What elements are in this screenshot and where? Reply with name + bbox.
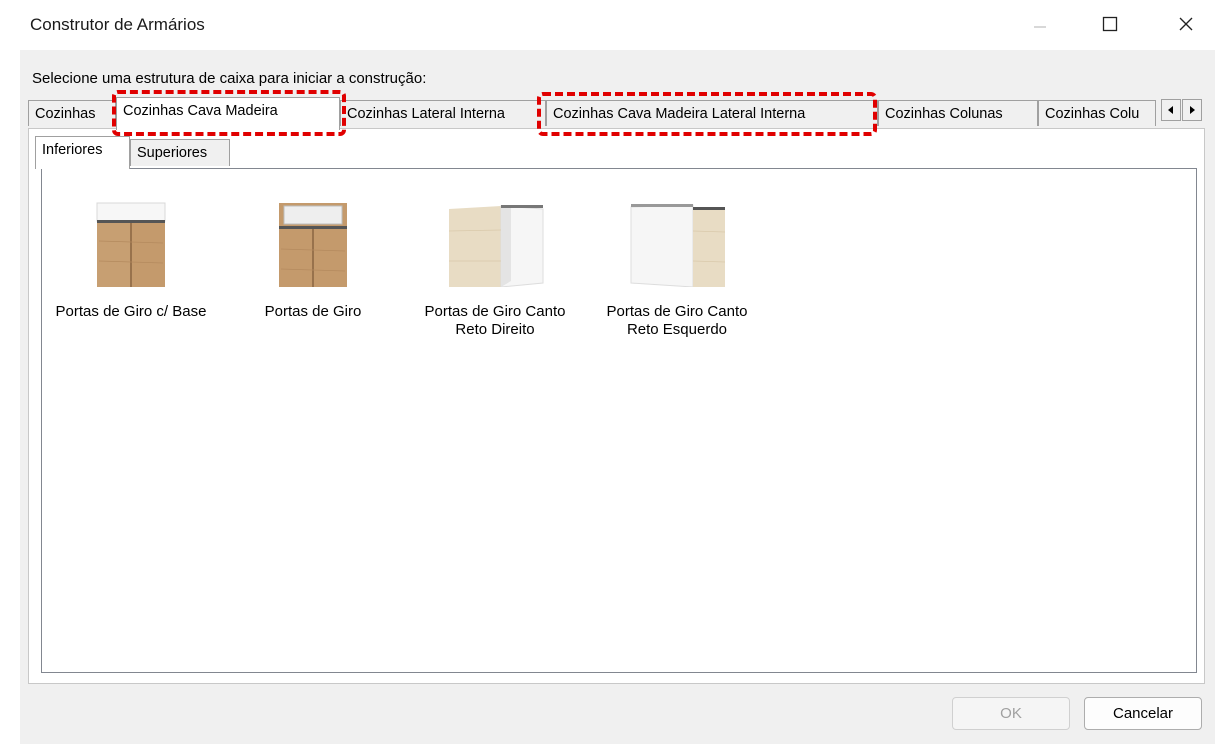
item-label: Portas de Giro xyxy=(264,303,362,320)
arrow-left-icon xyxy=(1168,106,1173,114)
list-item[interactable]: Portas de Giro c/ Base xyxy=(51,187,211,321)
tab-cozinhas-cava-madeira[interactable]: Cozinhas Cava Madeira xyxy=(116,97,340,130)
tab-cozinhas-colunas[interactable]: Cozinhas Colunas xyxy=(878,100,1038,126)
cancel-button[interactable]: Cancelar xyxy=(1084,697,1202,730)
corner-cabinet-right-icon xyxy=(448,205,544,287)
tab-cozinhas-colu[interactable]: Cozinhas Colu xyxy=(1038,100,1156,126)
list-item[interactable]: Portas de Giro Canto Reto Esquerdo xyxy=(597,187,757,339)
tab-cozinhas-lateral-interna[interactable]: Cozinhas Lateral Interna xyxy=(340,100,546,126)
item-label: Portas de Giro Canto Reto Direito xyxy=(424,303,566,338)
cabinet-base-icon xyxy=(96,202,166,287)
cabinet-icon xyxy=(279,203,347,287)
tab-cozinhas[interactable]: Cozinhas xyxy=(28,100,116,126)
minimize-button[interactable] xyxy=(1017,6,1063,42)
item-label: Portas de Giro Canto Reto Esquerdo xyxy=(606,303,748,338)
instruction-text: Selecione uma estrutura de caixa para in… xyxy=(32,70,427,87)
tab-scroll-buttons xyxy=(1161,99,1203,121)
close-button[interactable] xyxy=(1163,6,1209,42)
tab-superiores[interactable]: Superiores xyxy=(130,139,230,166)
ok-button[interactable]: OK xyxy=(952,697,1070,730)
item-label: Portas de Giro c/ Base xyxy=(55,303,207,320)
maximize-button[interactable] xyxy=(1087,6,1133,42)
tab-inferiores[interactable]: Inferiores xyxy=(35,136,130,169)
minimize-icon xyxy=(1034,26,1046,28)
list-item[interactable]: Portas de Giro xyxy=(233,187,393,321)
structure-list[interactable]: Portas de Giro c/ Base Portas de Giro Po… xyxy=(41,168,1197,673)
corner-cabinet-left-icon xyxy=(630,204,726,287)
scroll-left-button[interactable] xyxy=(1161,99,1181,121)
arrow-right-icon xyxy=(1190,106,1195,114)
window-title: Construtor de Armários xyxy=(30,15,205,34)
title-bar: Construtor de Armários xyxy=(0,0,1215,50)
list-item[interactable]: Portas de Giro Canto Reto Direito xyxy=(415,187,575,339)
tab-cozinhas-cava-madeira-lateral-interna[interactable]: Cozinhas Cava Madeira Lateral Interna xyxy=(546,100,878,126)
scroll-right-button[interactable] xyxy=(1182,99,1202,121)
close-icon xyxy=(1179,17,1193,31)
maximize-icon xyxy=(1102,16,1118,32)
category-tabs: Cozinhas Cozinhas Cava Madeira Cozinhas … xyxy=(28,97,1203,130)
